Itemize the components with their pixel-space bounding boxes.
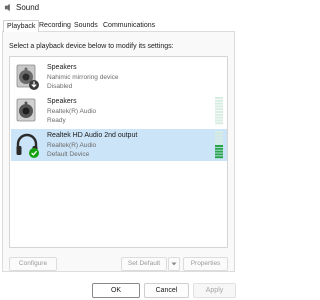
meter-segment — [215, 153, 223, 156]
tab-sounds[interactable]: Sounds — [74, 22, 98, 29]
device-description: Realtek(R) Audio — [47, 142, 97, 149]
chevron-down-icon — [171, 262, 177, 266]
device-item-speakers-nahimic[interactable]: Speakers Nahimic mirroring device Disabl… — [11, 61, 227, 93]
device-name: Speakers — [47, 64, 77, 71]
configure-button[interactable]: Configure — [9, 257, 57, 271]
device-name: Speakers — [47, 98, 77, 105]
meter-segment — [215, 105, 223, 108]
meter-segment — [215, 142, 223, 145]
speaker-icon — [16, 98, 36, 122]
sound-app-icon — [4, 3, 10, 12]
meter-segment — [215, 111, 223, 113]
device-description: Nahimic mirroring device — [47, 74, 119, 81]
meter-segment — [215, 147, 223, 150]
properties-button[interactable]: Properties — [183, 257, 228, 271]
device-list[interactable]: Speakers Nahimic mirroring device Disabl… — [9, 56, 228, 248]
meter-segment — [215, 133, 223, 136]
meter-segment — [215, 99, 223, 102]
meter-segment — [215, 145, 223, 147]
device-status: Ready — [47, 117, 66, 124]
ok-button[interactable]: OK — [92, 283, 140, 298]
device-item-speakers-realtek[interactable]: Speakers Realtek(R) Audio Ready — [11, 95, 227, 127]
meter-segment — [215, 97, 223, 99]
meter-segment — [215, 139, 223, 142]
device-name: Realtek HD Audio 2nd output — [47, 132, 138, 139]
apply-button[interactable]: Apply — [193, 283, 236, 298]
meter-segment — [215, 156, 223, 159]
speaker-disabled-icon — [16, 64, 39, 90]
tab-communications[interactable]: Communications — [103, 22, 155, 29]
headphones-default-icon — [16, 133, 39, 158]
tab-playback[interactable]: Playback — [3, 20, 40, 32]
set-default-dropdown[interactable] — [168, 257, 180, 271]
meter-segment — [215, 108, 223, 111]
meter-segment — [215, 116, 223, 119]
volume-level-meter — [215, 97, 223, 125]
meter-segment — [215, 113, 223, 116]
device-description: Realtek(R) Audio — [47, 108, 97, 115]
device-status: Default Device — [47, 151, 90, 158]
device-status: Disabled — [47, 83, 73, 90]
window-title: Sound — [16, 3, 40, 12]
tab-recording[interactable]: Recording — [39, 22, 71, 29]
meter-segment — [215, 150, 223, 153]
meter-segment — [215, 131, 223, 133]
meter-segment — [215, 102, 223, 105]
volume-level-meter — [215, 131, 223, 159]
title-bar: Sound — [0, 0, 238, 16]
device-item-realtek-hd-2nd-output[interactable]: Realtek HD Audio 2nd output Realtek(R) A… — [11, 129, 227, 161]
instruction-text: Select a playback device below to modify… — [9, 43, 174, 50]
meter-segment — [215, 119, 223, 122]
cancel-button[interactable]: Cancel — [144, 283, 189, 298]
meter-segment — [215, 122, 223, 125]
set-default-button[interactable]: Set Default — [121, 257, 167, 271]
meter-segment — [215, 136, 223, 139]
